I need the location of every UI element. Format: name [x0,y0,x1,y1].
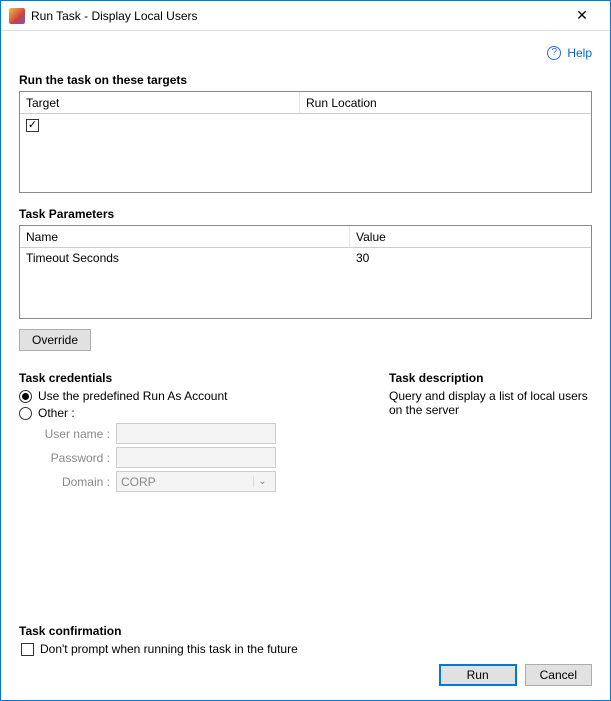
params-heading: Task Parameters [19,207,592,221]
targets-header: Target Run Location [20,92,591,114]
radio-predefined-label: Use the predefined Run As Account [38,389,227,403]
domain-value: CORP [121,475,156,489]
param-value: 30 [350,250,591,266]
username-label: User name : [41,427,116,441]
param-name: Timeout Seconds [20,250,350,266]
description-heading: Task description [389,371,592,385]
window-title: Run Task - Display Local Users [31,9,562,23]
domain-select: CORP ⌄ [116,471,276,492]
params-col-name[interactable]: Name [20,226,350,247]
params-grid[interactable]: Name Value Timeout Seconds 30 [19,225,592,319]
params-header: Name Value [20,226,591,248]
radio-other[interactable] [19,407,32,420]
titlebar: Run Task - Display Local Users ✕ [1,1,610,31]
radio-other-label: Other : [38,406,75,420]
table-row[interactable]: Timeout Seconds 30 [20,248,591,268]
password-label: Password : [41,451,116,465]
chevron-down-icon: ⌄ [253,476,271,487]
targets-col-location[interactable]: Run Location [300,92,591,113]
target-row-location [300,123,591,125]
run-button[interactable]: Run [439,664,517,686]
credentials-heading: Task credentials [19,371,359,385]
confirmation-label: Don't prompt when running this task in t… [40,642,298,656]
confirmation-checkbox[interactable] [21,643,34,656]
close-button[interactable]: ✕ [562,2,602,30]
help-icon: ? [547,46,561,60]
confirmation-row[interactable]: Don't prompt when running this task in t… [21,642,592,656]
app-icon [9,8,25,24]
radio-predefined-row[interactable]: Use the predefined Run As Account [19,389,359,403]
targets-col-target[interactable]: Target [20,92,300,113]
target-row-checkbox[interactable] [26,119,39,132]
confirmation-heading: Task confirmation [19,624,592,638]
close-icon: ✕ [576,7,588,24]
password-field [116,447,276,468]
targets-heading: Run the task on these targets [19,73,592,87]
targets-grid[interactable]: Target Run Location [19,91,592,193]
radio-other-row[interactable]: Other : [19,406,359,420]
description-text: Query and display a list of local users … [389,389,592,417]
domain-label: Domain : [41,475,116,489]
cancel-button[interactable]: Cancel [525,664,592,686]
username-field [116,423,276,444]
table-row[interactable] [20,114,591,134]
help-link[interactable]: Help [567,46,592,60]
override-button[interactable]: Override [19,329,91,351]
params-col-value[interactable]: Value [350,226,591,247]
radio-predefined[interactable] [19,390,32,403]
